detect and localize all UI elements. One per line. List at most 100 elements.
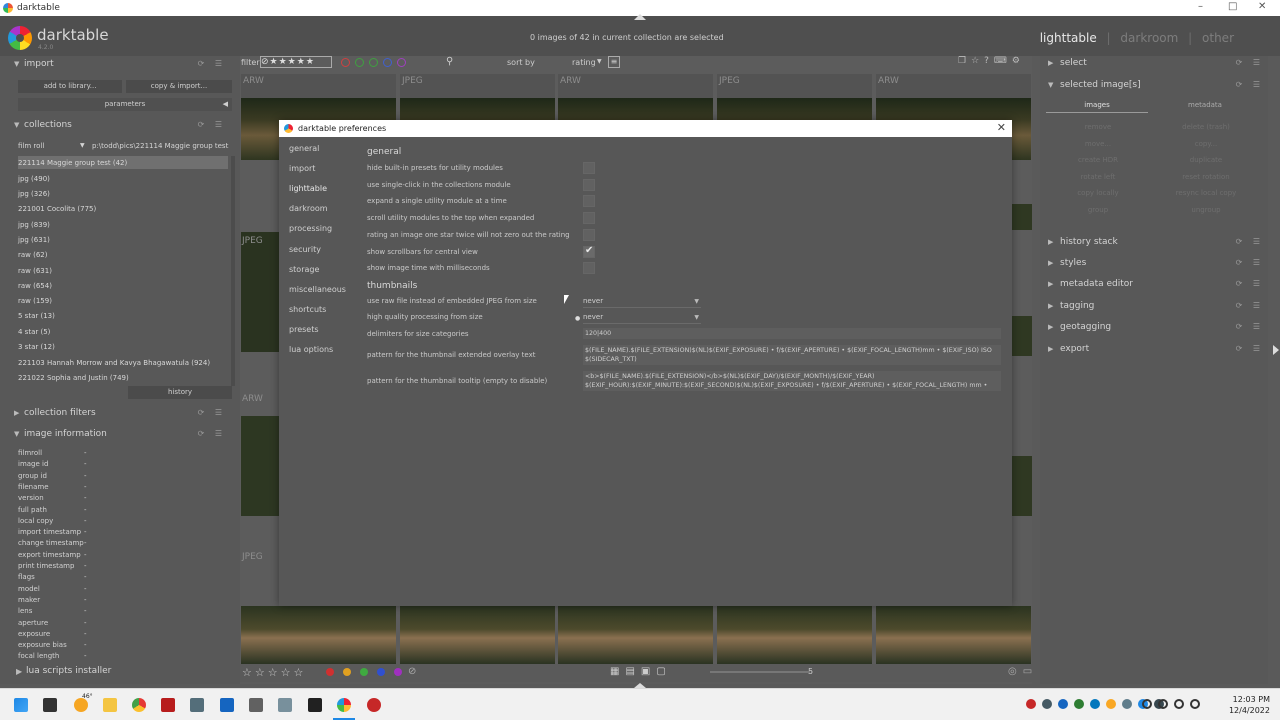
thumbnail-image[interactable] bbox=[717, 606, 872, 664]
collection-item[interactable]: jpg (490) bbox=[18, 175, 50, 183]
tab-darkroom[interactable]: darkroom bbox=[289, 204, 328, 213]
setting-checkbox[interactable] bbox=[583, 228, 595, 241]
color-label-button[interactable] bbox=[343, 668, 351, 676]
collection-item[interactable]: raw (631) bbox=[18, 267, 52, 275]
app-icon[interactable] bbox=[190, 698, 204, 712]
tab-miscellaneous[interactable]: miscellaneous bbox=[289, 285, 346, 294]
collection-item[interactable]: raw (62) bbox=[18, 251, 48, 259]
minimize-button[interactable]: – bbox=[1198, 1, 1203, 12]
color-filter-icon[interactable] bbox=[355, 58, 364, 67]
search-icon[interactable]: ⚲ bbox=[446, 56, 453, 67]
right-panel-toggle-icon[interactable] bbox=[1273, 345, 1279, 355]
color-label-button[interactable] bbox=[394, 668, 402, 676]
module-icons[interactable]: ⟳ ☰ bbox=[1236, 279, 1264, 288]
tab-images[interactable]: images bbox=[1046, 101, 1148, 113]
module-icons[interactable]: ⟳ ☰ bbox=[1236, 58, 1264, 67]
thumbnail-image[interactable] bbox=[876, 606, 1031, 664]
tray-icon[interactable] bbox=[1090, 699, 1100, 709]
app-icon[interactable] bbox=[161, 698, 175, 712]
add-to-library-button[interactable]: add to library... bbox=[18, 80, 122, 93]
selected-images-action-button[interactable]: create HDR bbox=[1048, 156, 1148, 164]
battery-icon[interactable] bbox=[1190, 699, 1200, 709]
copy-import-button[interactable]: copy & import... bbox=[126, 80, 232, 93]
tray-icon[interactable] bbox=[1058, 699, 1068, 709]
color-label-button[interactable] bbox=[326, 668, 334, 676]
rating-filter-stars[interactable]: ⊘★★★★★ bbox=[260, 56, 332, 68]
setting-checkbox[interactable] bbox=[583, 262, 595, 275]
terminal-icon[interactable] bbox=[308, 698, 322, 712]
collection-item[interactable]: 221103 Hannah Morrow and Kavya Bhagawatu… bbox=[18, 359, 210, 367]
reject-icon[interactable]: ⊘ bbox=[408, 666, 416, 677]
top-panel-toggle-icon[interactable] bbox=[634, 14, 646, 20]
tab-shortcuts[interactable]: shortcuts bbox=[289, 305, 326, 314]
collection-filters-header[interactable]: ▶ collection filters ⟳ ☰ bbox=[14, 408, 234, 422]
styles-header[interactable]: ▶ styles ⟳ ☰ bbox=[1048, 258, 1264, 272]
wifi-icon[interactable] bbox=[1158, 699, 1168, 709]
collection-item[interactable]: 3 star (12) bbox=[18, 343, 55, 351]
color-filter-icon[interactable] bbox=[369, 58, 378, 67]
selected-images-action-button[interactable]: move... bbox=[1048, 140, 1148, 148]
toolbar-icons[interactable]: ❐☆?⌨⚙ bbox=[958, 56, 1025, 66]
rating-stars[interactable]: ☆☆☆☆☆ bbox=[242, 666, 306, 679]
collection-item[interactable]: raw (159) bbox=[18, 297, 52, 305]
metadata-editor-header[interactable]: ▶ metadata editor ⟳ ☰ bbox=[1048, 279, 1264, 293]
selected-images-action-button[interactable]: rotate left bbox=[1048, 173, 1148, 181]
tab-storage[interactable]: storage bbox=[289, 265, 319, 274]
app-icon[interactable] bbox=[249, 698, 263, 712]
collection-item[interactable]: 221022 Sophia and Justin (749) bbox=[18, 374, 129, 382]
tray-icon[interactable] bbox=[1074, 699, 1084, 709]
module-icons[interactable]: ⟳ ☰ bbox=[1236, 258, 1264, 267]
selected-images-action-button[interactable]: reset rotation bbox=[1156, 173, 1256, 181]
selected-images-action-button[interactable]: copy... bbox=[1156, 140, 1256, 148]
image-information-header[interactable]: ▼ image information ⟳ ☰ bbox=[14, 429, 234, 443]
view-darkroom[interactable]: darkroom bbox=[1120, 31, 1178, 45]
setting-checkbox[interactable] bbox=[583, 195, 595, 208]
selected-images-action-button[interactable]: copy locally bbox=[1048, 189, 1148, 197]
module-icons[interactable]: ⟳ ☰ bbox=[198, 120, 226, 129]
setting-checkbox[interactable] bbox=[583, 162, 595, 174]
thumbnail-partial[interactable] bbox=[1012, 204, 1032, 230]
collection-item[interactable]: raw (654) bbox=[18, 282, 52, 290]
view-lighttable[interactable]: lighttable bbox=[1040, 31, 1097, 45]
display-icons[interactable]: ◎▭ bbox=[1008, 666, 1038, 677]
collection-property-select[interactable]: film roll ▼ bbox=[18, 142, 88, 150]
tray-icon[interactable] bbox=[1106, 699, 1116, 709]
collection-path-field[interactable]: p:\todd\pics\221114 Maggie group test bbox=[92, 142, 232, 150]
high-quality-select[interactable]: never ▼ bbox=[583, 313, 701, 324]
module-icons[interactable]: ⟳ ☰ bbox=[198, 59, 226, 68]
sort-field-select[interactable]: rating bbox=[572, 58, 596, 67]
selected-images-header[interactable]: ▼ selected image[s] ⟳ ☰ bbox=[1048, 80, 1264, 94]
microphone-icon[interactable] bbox=[1142, 699, 1152, 709]
task-view-icon[interactable] bbox=[43, 698, 57, 712]
zoom-page-count[interactable]: 5 bbox=[808, 667, 813, 676]
setting-checkbox[interactable] bbox=[583, 245, 595, 258]
close-window-button[interactable]: ✕ bbox=[1258, 1, 1266, 12]
sort-order-icon[interactable]: ≡ bbox=[608, 56, 620, 68]
thumbnail-partial[interactable] bbox=[241, 232, 279, 352]
maximize-button[interactable]: □ bbox=[1228, 1, 1237, 12]
selected-images-action-button[interactable]: resync local copy bbox=[1156, 189, 1256, 197]
weather-icon[interactable] bbox=[74, 698, 88, 712]
color-label-button[interactable] bbox=[360, 668, 368, 676]
collections-scrollbar[interactable] bbox=[231, 156, 235, 386]
zoom-slider[interactable] bbox=[710, 671, 810, 673]
file-explorer-icon[interactable] bbox=[103, 698, 117, 712]
selected-images-action-button[interactable]: remove bbox=[1048, 123, 1148, 131]
collection-item[interactable]: 221001 Cocolita (775) bbox=[18, 205, 96, 213]
chrome-icon[interactable] bbox=[132, 698, 146, 712]
collections-section-header[interactable]: ▼ collections ⟳ ☰ bbox=[14, 120, 234, 134]
tooltip-pattern-input[interactable]: <b>$(FILE_NAME).$(FILE_EXTENSION)</b>$(N… bbox=[583, 371, 1001, 391]
tray-icon[interactable] bbox=[1042, 699, 1052, 709]
color-filter-icon[interactable] bbox=[383, 58, 392, 67]
parameters-toggle[interactable]: parameters ◀ bbox=[18, 98, 232, 111]
module-icons[interactable]: ⟳ ☰ bbox=[198, 408, 226, 417]
collection-item[interactable]: 5 star (13) bbox=[18, 312, 55, 320]
tray-icon[interactable] bbox=[1122, 699, 1132, 709]
collection-item[interactable]: 221114 Maggie group test (42) bbox=[18, 159, 127, 167]
color-filter-icon[interactable] bbox=[397, 58, 406, 67]
tab-lua-options[interactable]: lua options bbox=[289, 345, 333, 354]
selected-images-action-button[interactable]: group bbox=[1048, 206, 1148, 214]
module-icons[interactable]: ⟳ ☰ bbox=[1236, 80, 1264, 89]
delimiters-input[interactable]: 120|400 bbox=[583, 328, 1001, 339]
module-icons[interactable]: ⟳ ☰ bbox=[1236, 344, 1264, 353]
